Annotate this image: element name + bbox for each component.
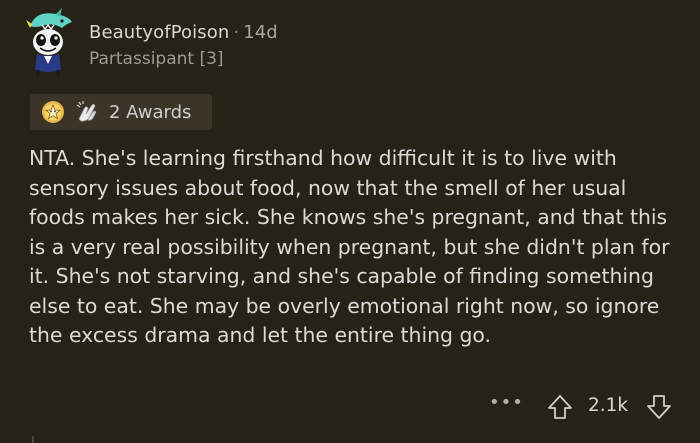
- awards-badge[interactable]: 2 Awards: [30, 94, 212, 130]
- separator-dot: ·: [233, 22, 240, 43]
- awards-count: 2 Awards: [109, 102, 192, 123]
- comment-card: BeautyofPoison · 14d Partassipant [3] 2 Aw…: [0, 0, 700, 443]
- comment-body: NTA. She's learning firsthand how diffic…: [29, 146, 670, 347]
- upvote-arrow-icon[interactable]: [547, 393, 573, 421]
- downvote-arrow-icon[interactable]: [646, 393, 672, 421]
- comment-header: BeautyofPoison · 14d: [89, 22, 278, 43]
- avatar-icon[interactable]: [22, 8, 74, 76]
- more-options-button[interactable]: •••: [489, 392, 523, 418]
- comment-age: 14d: [243, 22, 278, 43]
- thread-line: [32, 436, 34, 443]
- user-flair: Partassipant [3]: [89, 49, 224, 69]
- star-award-icon: [42, 101, 64, 123]
- username-link[interactable]: BeautyofPoison: [89, 22, 229, 43]
- vote-score: 2.1k: [588, 395, 629, 416]
- hands-award-icon: [76, 101, 97, 122]
